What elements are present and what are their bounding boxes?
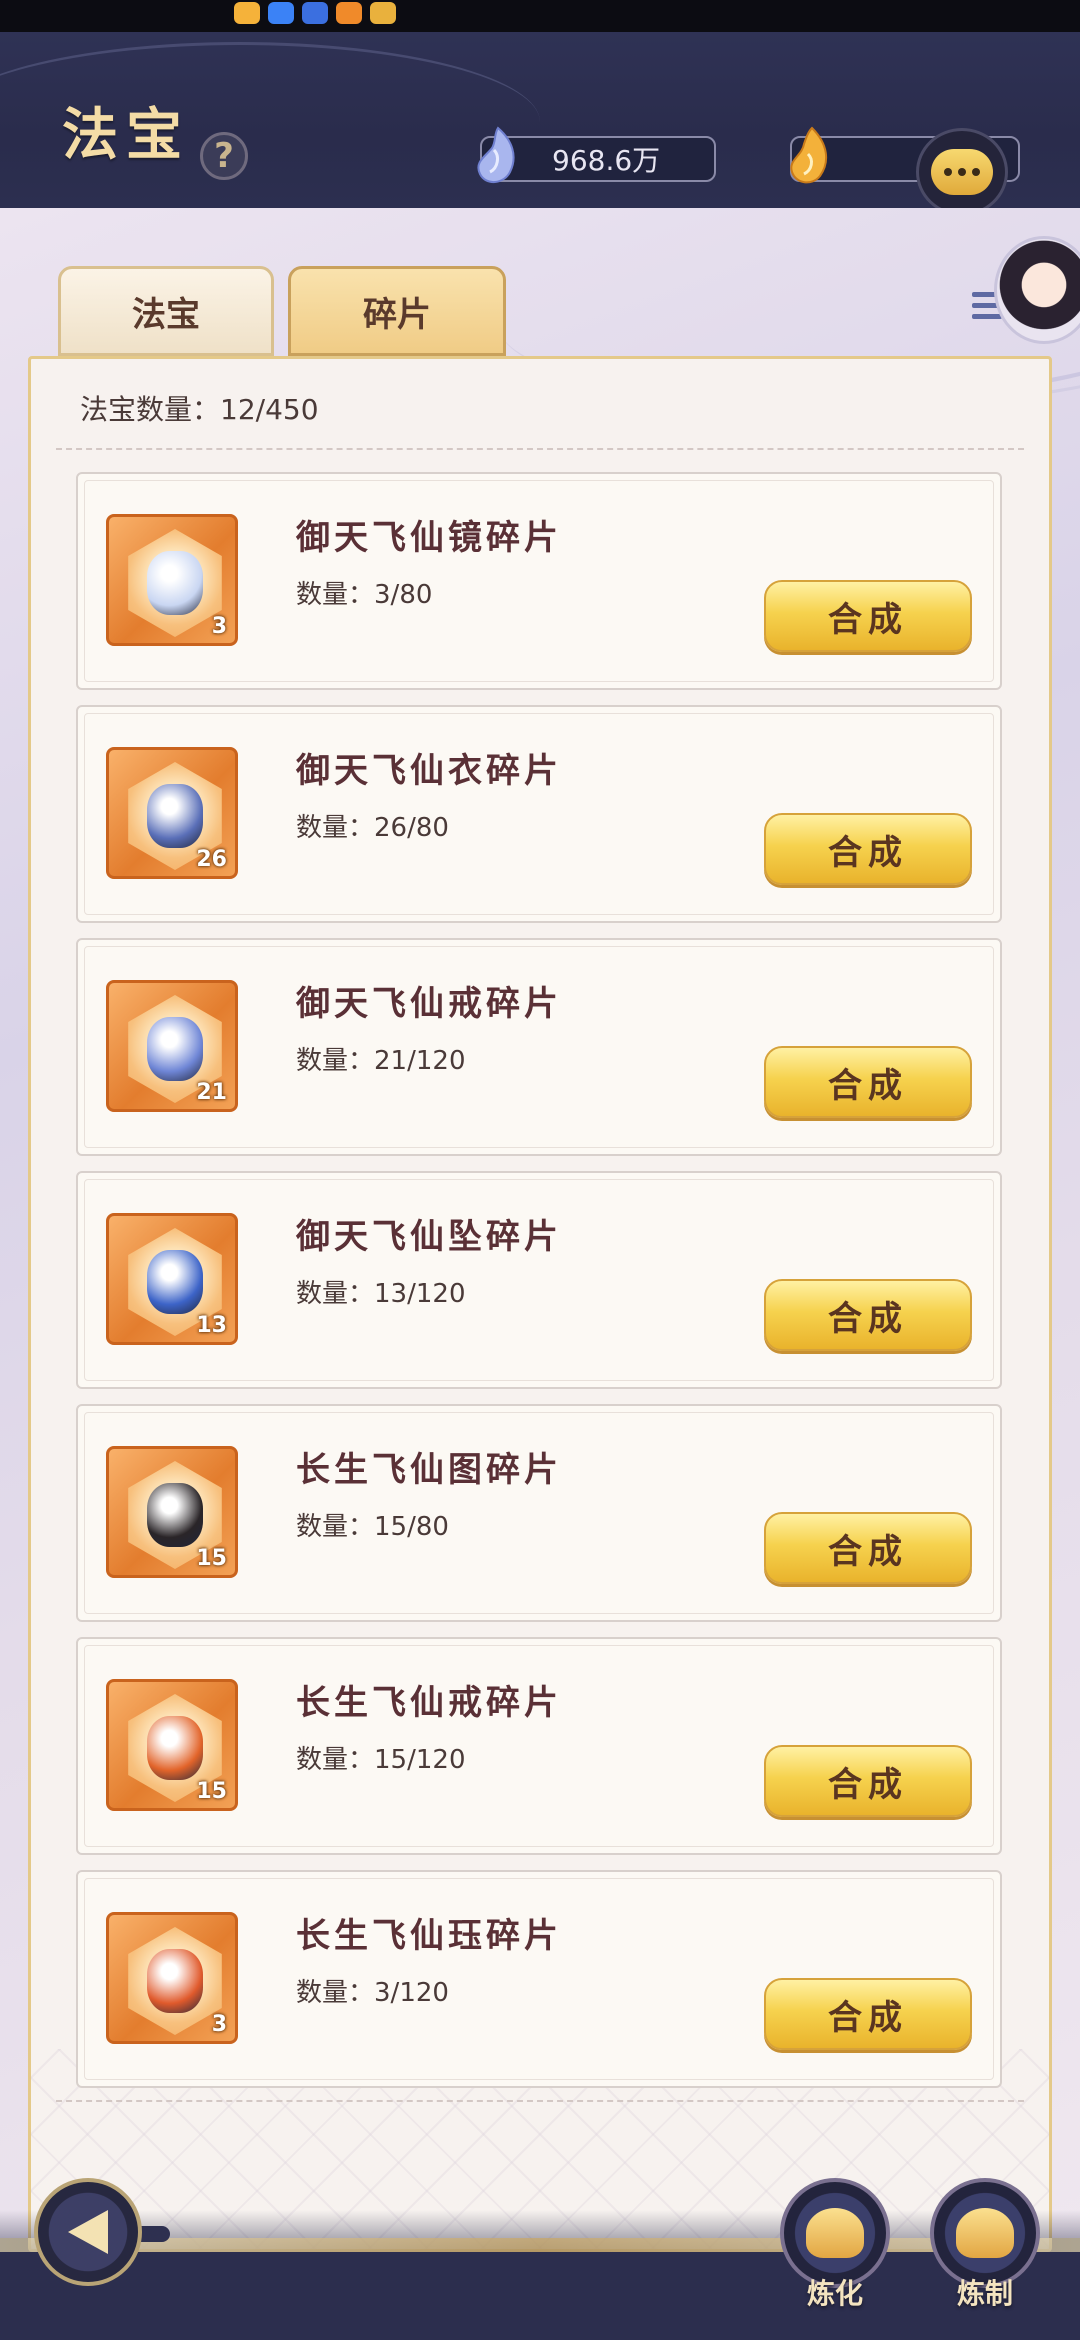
fragment-card: 3 御天飞仙镜碎片 数量：3/80 合成 bbox=[76, 472, 1002, 690]
fragment-item-icon[interactable]: 13 bbox=[106, 1213, 238, 1345]
chat-button[interactable] bbox=[916, 128, 1008, 216]
notification-icon bbox=[268, 2, 294, 24]
fragment-quantity: 数量：26/80 bbox=[296, 807, 449, 844]
spirit-crystal-icon bbox=[477, 126, 515, 183]
fragment-quantity-label: 数量： bbox=[296, 1046, 375, 1076]
fragment-name: 御天飞仙镜碎片 bbox=[296, 518, 562, 558]
refine-label: 炼化 bbox=[806, 2277, 863, 2310]
treasure-count: 法宝数量：12/450 bbox=[80, 388, 319, 428]
bottom-band bbox=[0, 2252, 1080, 2340]
fragment-quantity-value: 3/120 bbox=[374, 1978, 449, 2008]
flame-token-icon bbox=[790, 126, 828, 184]
fragment-badge: 15 bbox=[196, 1546, 227, 1571]
fragment-name: 御天飞仙坠碎片 bbox=[296, 1217, 562, 1257]
fragment-item-icon[interactable]: 26 bbox=[106, 747, 238, 879]
fragment-quantity-label: 数量： bbox=[296, 1745, 375, 1775]
fragment-quantity-value: 21/120 bbox=[374, 1046, 466, 1076]
fragment-badge: 13 bbox=[196, 1313, 227, 1338]
treasure-count-label: 法宝数量： bbox=[80, 393, 221, 426]
divider bbox=[56, 2100, 1024, 2102]
fragment-gem-icon bbox=[147, 1949, 203, 2013]
notification-icon bbox=[302, 2, 328, 24]
fragment-badge: 26 bbox=[196, 847, 227, 872]
fragment-name: 长生飞仙戒碎片 bbox=[296, 1683, 562, 1723]
fragment-gem-icon bbox=[147, 1017, 203, 1081]
fragment-item-icon[interactable]: 15 bbox=[106, 1679, 238, 1811]
fragment-quantity-label: 数量： bbox=[296, 580, 375, 610]
status-bar bbox=[0, 0, 1080, 32]
back-arrow-icon bbox=[68, 2210, 108, 2254]
fragment-gem-icon bbox=[147, 784, 203, 848]
fragment-quantity-value: 3/80 bbox=[374, 580, 433, 610]
fragment-item-icon[interactable]: 15 bbox=[106, 1446, 238, 1578]
fragment-card: 3 长生飞仙珏碎片 数量：3/120 合成 bbox=[76, 1870, 1002, 2088]
fragment-quantity-label: 数量： bbox=[296, 813, 375, 843]
combine-button[interactable]: 合成 bbox=[764, 1745, 972, 1817]
fragment-badge: 15 bbox=[196, 1779, 227, 1804]
fragment-name: 长生飞仙珏碎片 bbox=[296, 1916, 562, 1956]
combine-button[interactable]: 合成 bbox=[764, 1978, 972, 2050]
fragment-quantity: 数量：3/120 bbox=[296, 1972, 449, 2009]
fragment-card: 15 长生飞仙图碎片 数量：15/80 合成 bbox=[76, 1404, 1002, 1622]
fragment-gem-icon bbox=[147, 551, 203, 615]
forge-cauldron-icon bbox=[956, 2208, 1014, 2258]
fragment-quantity: 数量：15/80 bbox=[296, 1506, 449, 1543]
combine-button[interactable]: 合成 bbox=[764, 1046, 972, 1118]
fragment-name: 御天飞仙戒碎片 bbox=[296, 984, 562, 1024]
fragment-quantity-value: 15/80 bbox=[374, 1512, 449, 1542]
fragment-badge: 3 bbox=[211, 614, 227, 639]
combine-button[interactable]: 合成 bbox=[764, 813, 972, 885]
fragment-quantity: 数量：15/120 bbox=[296, 1739, 466, 1776]
fragment-gem-icon bbox=[147, 1716, 203, 1780]
fragment-quantity: 数量：13/120 bbox=[296, 1273, 466, 1310]
fragment-quantity-label: 数量： bbox=[296, 1512, 375, 1542]
notification-icon bbox=[336, 2, 362, 24]
page-title: 法宝 bbox=[62, 102, 190, 168]
divider bbox=[56, 448, 1024, 450]
tab-fragments[interactable]: 碎片 bbox=[288, 266, 506, 356]
combine-button[interactable]: 合成 bbox=[764, 1279, 972, 1351]
refine-cauldron-icon bbox=[806, 2208, 864, 2258]
fragment-badge: 3 bbox=[211, 2012, 227, 2037]
fragment-gem-icon bbox=[147, 1250, 203, 1314]
fragment-card: 13 御天飞仙坠碎片 数量：13/120 合成 bbox=[76, 1171, 1002, 1389]
treasure-count-value: 12/450 bbox=[220, 393, 319, 426]
notification-icon bbox=[370, 2, 396, 24]
fragment-quantity-value: 26/80 bbox=[374, 813, 449, 843]
fragment-quantity-value: 15/120 bbox=[374, 1745, 466, 1775]
fragment-quantity-label: 数量： bbox=[296, 1279, 375, 1309]
fragment-item-icon[interactable]: 21 bbox=[106, 980, 238, 1112]
forge-label: 炼制 bbox=[956, 2277, 1013, 2310]
fragment-quantity: 数量：21/120 bbox=[296, 1040, 466, 1077]
notification-icon bbox=[234, 2, 260, 24]
fragment-badge: 21 bbox=[196, 1080, 227, 1105]
fragment-quantity: 数量：3/80 bbox=[296, 574, 432, 611]
fragment-quantity-label: 数量： bbox=[296, 1978, 375, 2008]
currency-value: 968.6万 bbox=[552, 144, 661, 177]
fragment-quantity-value: 13/120 bbox=[374, 1279, 466, 1309]
fragment-card: 15 长生飞仙戒碎片 数量：15/120 合成 bbox=[76, 1637, 1002, 1855]
currency-spirit-crystal[interactable]: 968.6万 bbox=[477, 126, 716, 183]
fragment-card: 21 御天飞仙戒碎片 数量：21/120 合成 bbox=[76, 938, 1002, 1156]
chat-bubble-icon bbox=[931, 149, 993, 195]
combine-button[interactable]: 合成 bbox=[764, 580, 972, 652]
combine-button[interactable]: 合成 bbox=[764, 1512, 972, 1584]
fragment-item-icon[interactable]: 3 bbox=[106, 1912, 238, 2044]
tab-treasure[interactable]: 法宝 bbox=[58, 266, 274, 356]
back-button[interactable] bbox=[34, 2178, 142, 2286]
fragment-name: 御天飞仙衣碎片 bbox=[296, 751, 562, 791]
fragment-name: 长生飞仙图碎片 bbox=[296, 1450, 562, 1490]
fragment-card: 26 御天飞仙衣碎片 数量：26/80 合成 bbox=[76, 705, 1002, 923]
fragment-item-icon[interactable]: 3 bbox=[106, 514, 238, 646]
fragment-gem-icon bbox=[147, 1483, 203, 1547]
help-icon[interactable]: ? bbox=[200, 132, 248, 180]
